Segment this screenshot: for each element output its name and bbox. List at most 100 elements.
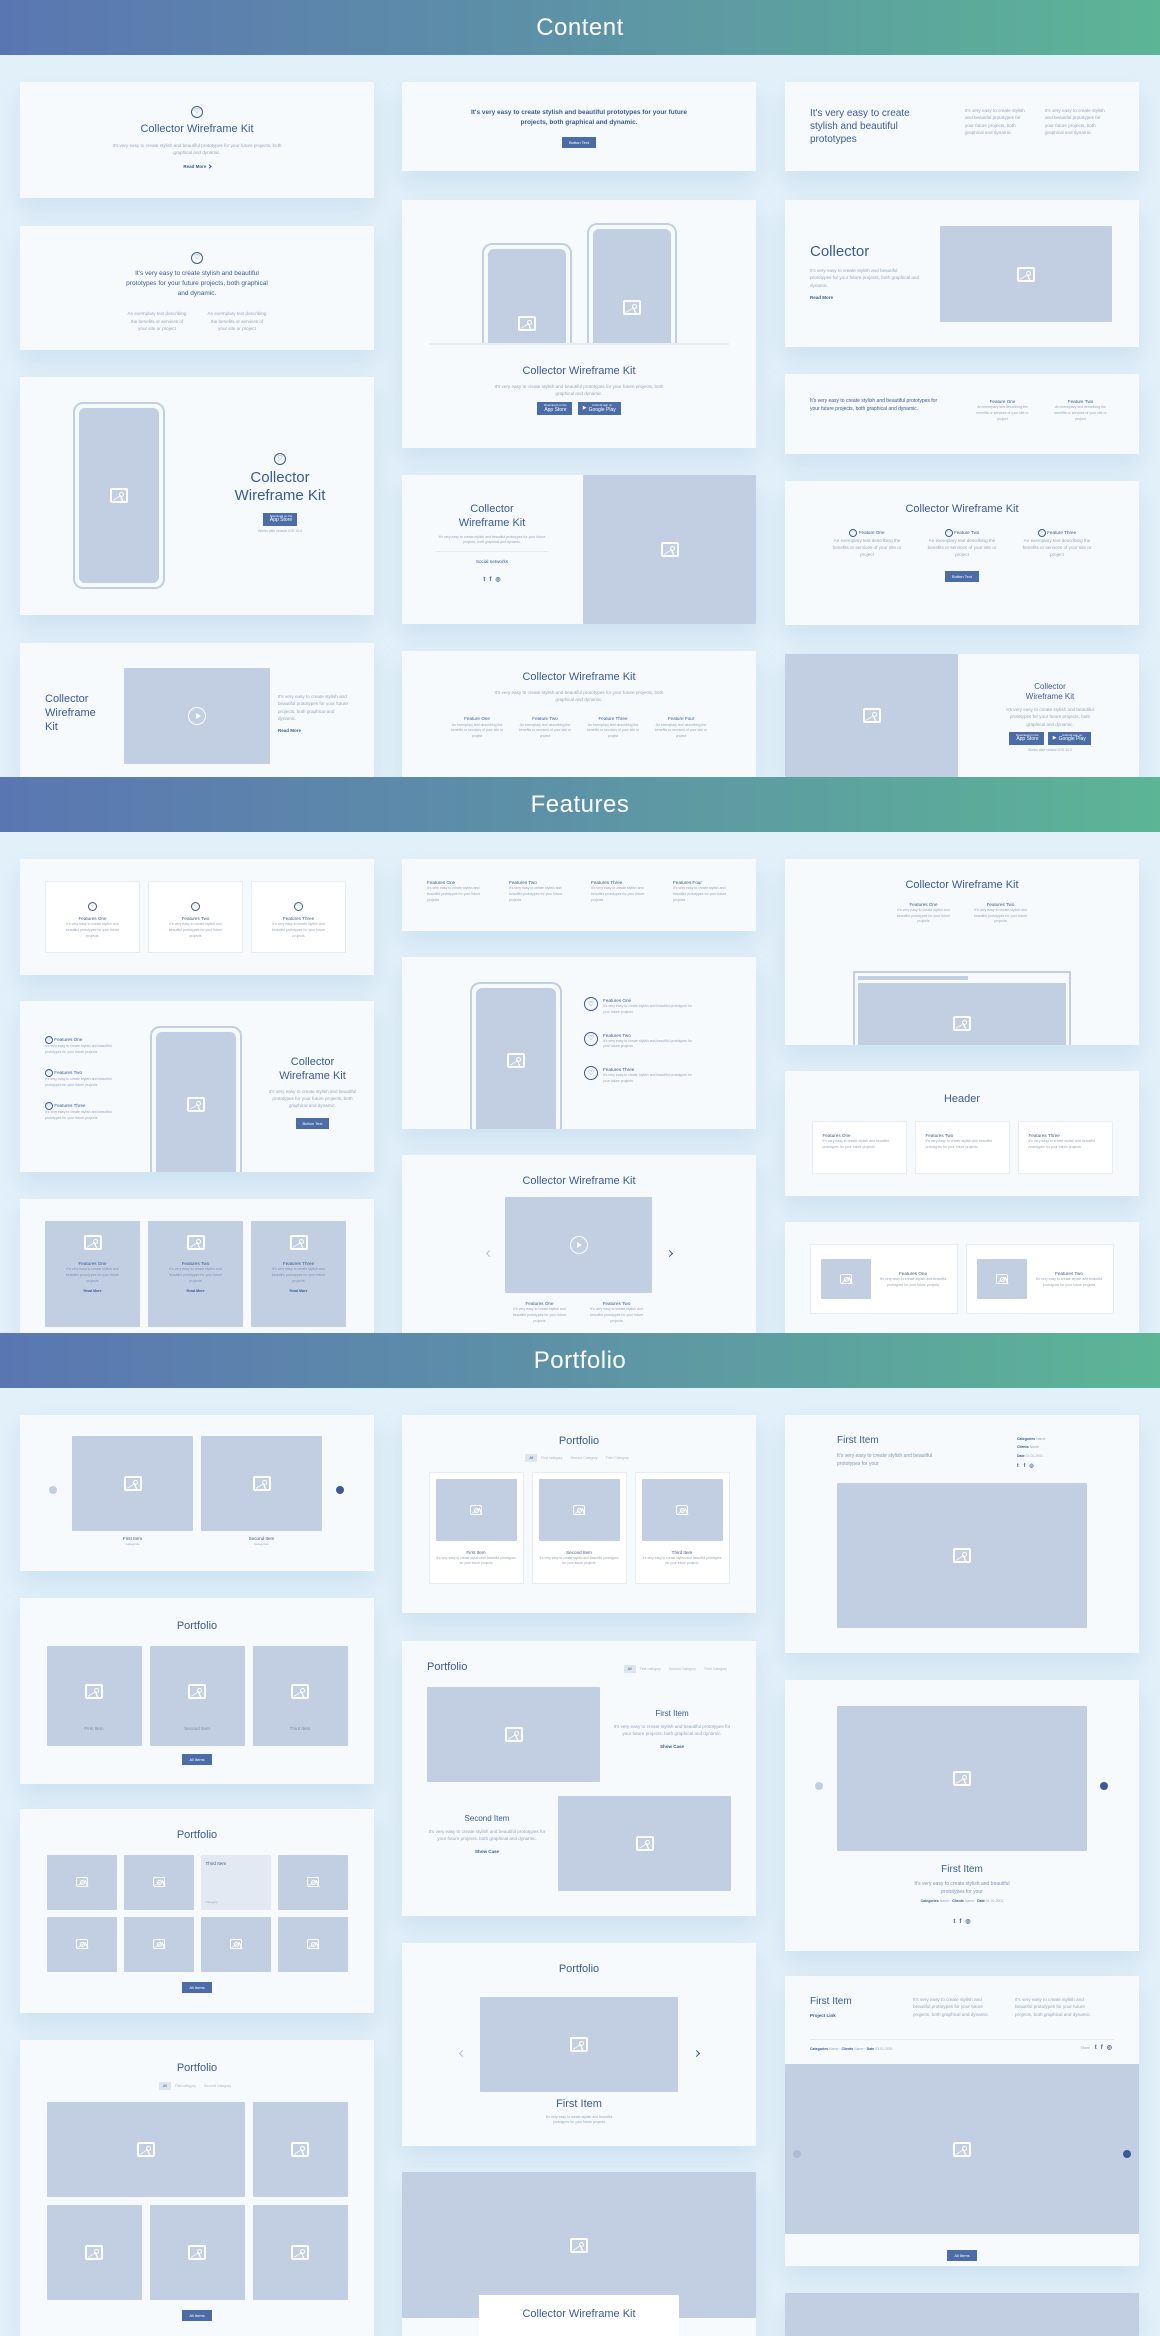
slider-next-button[interactable] xyxy=(1123,2145,1131,2163)
store-label: App Store xyxy=(269,517,293,524)
portfolio-item[interactable]: Second Item xyxy=(149,1645,245,1746)
all-items-button[interactable]: All Items xyxy=(182,1981,212,1993)
chevron-right-icon[interactable] xyxy=(692,2043,701,2061)
image-icon xyxy=(570,2037,588,2052)
filter-tab-first[interactable]: First category xyxy=(636,1665,665,1673)
portfolio-item[interactable] xyxy=(277,1854,348,1910)
portfolio-item-image[interactable] xyxy=(427,1687,600,1782)
filter-tab-first[interactable]: First category xyxy=(537,1454,566,1462)
portfolio-item[interactable]: Second Item It's very easy to create styl… xyxy=(531,1471,627,1584)
app-store-button[interactable]: Download on the App Store xyxy=(537,402,572,416)
twitter-icon[interactable]: t xyxy=(1017,1463,1019,1469)
layout-block: Features One It's very easy to create sty… xyxy=(810,1244,1114,1314)
button[interactable]: Button Text xyxy=(945,570,979,582)
video-placeholder[interactable] xyxy=(505,1197,652,1293)
chevron-right-icon[interactable] xyxy=(1123,2150,1131,2158)
chevron-left-icon[interactable] xyxy=(793,2150,801,2158)
slider-next-button[interactable] xyxy=(336,1481,344,1499)
all-items-button[interactable]: All Items xyxy=(947,2250,977,2261)
portfolio-item-hover[interactable]: Third Item Category xyxy=(200,1854,271,1910)
slider-next-button[interactable] xyxy=(1100,1777,1108,1795)
facebook-icon[interactable]: f xyxy=(1101,2045,1103,2051)
image-placeholder[interactable] xyxy=(201,1436,322,1531)
portfolio-item[interactable] xyxy=(252,2204,348,2300)
layout-block: ♡ Features One It's very easy to create st… xyxy=(584,997,694,1085)
read-more-link[interactable]: Read More xyxy=(20,164,374,169)
filter-tab-all[interactable]: All xyxy=(525,1453,538,1462)
facebook-icon[interactable]: f xyxy=(959,1919,961,1925)
portfolio-item[interactable] xyxy=(46,2101,245,2197)
chevron-right-icon[interactable] xyxy=(336,1486,344,1494)
button[interactable]: Button Text xyxy=(295,1117,330,1129)
portfolio-item[interactable] xyxy=(46,1916,117,1972)
twitter-icon[interactable]: t xyxy=(1095,2045,1097,2051)
chevron-right-icon[interactable] xyxy=(665,1243,674,1261)
portfolio-item[interactable] xyxy=(252,2101,348,2197)
button[interactable]: Button Text xyxy=(562,136,596,148)
filter-tab-second[interactable]: Second Category xyxy=(566,1454,601,1462)
portfolio-item[interactable] xyxy=(46,1854,117,1910)
google-play-button[interactable]: ▶ Android app on Google Play xyxy=(577,402,621,416)
video-placeholder[interactable] xyxy=(124,668,270,764)
instagram-icon[interactable]: ◎ xyxy=(495,577,500,583)
filter-tab-third[interactable]: Third Category xyxy=(700,1665,731,1673)
filter-tab-first[interactable]: First category xyxy=(171,2082,200,2090)
layout-block: Third Item Category xyxy=(20,1854,374,1972)
portfolio-item[interactable]: Third Item xyxy=(252,1645,348,1746)
meta-label: Clients xyxy=(1017,1445,1029,1450)
instagram-icon[interactable]: ◎ xyxy=(1029,1463,1033,1469)
portfolio-item[interactable] xyxy=(277,1916,348,1972)
slider-prev-button[interactable] xyxy=(793,2145,801,2163)
portfolio-item[interactable] xyxy=(123,1854,194,1910)
google-play-button[interactable]: ▶ Android app on Google Play xyxy=(1047,732,1091,745)
chevron-right-icon[interactable] xyxy=(1100,1782,1108,1790)
portfolio-item[interactable]: Third Item It's very easy to create styli… xyxy=(634,1471,730,1584)
slider-prev-button[interactable] xyxy=(49,1481,57,1499)
filter-tab-second[interactable]: Second Category xyxy=(200,2082,235,2090)
image-icon xyxy=(996,1274,1008,1284)
play-icon[interactable] xyxy=(188,707,206,725)
read-more-link[interactable]: Read More xyxy=(84,1289,102,1293)
slider-prev-button[interactable] xyxy=(815,1777,823,1795)
play-icon[interactable] xyxy=(569,1236,588,1254)
read-more-link[interactable]: Read More xyxy=(810,295,920,300)
read-more-link[interactable]: Read More xyxy=(187,1289,205,1293)
instagram-icon[interactable]: ◎ xyxy=(1107,2045,1112,2051)
portfolio-item[interactable] xyxy=(200,1916,271,1972)
project-link[interactable]: Project Link xyxy=(810,2013,852,2018)
filter-tab-third[interactable]: Third Category xyxy=(601,1454,632,1462)
show-case-link[interactable]: Show Case xyxy=(427,1849,547,1854)
twitter-icon[interactable]: t xyxy=(953,1919,955,1925)
twitter-icon[interactable]: t xyxy=(483,577,485,583)
portfolio-card-7: Portfolio First Item It's very easy to cr… xyxy=(402,1943,756,2146)
show-case-link[interactable]: Show Case xyxy=(612,1744,732,1749)
filter-tab-all[interactable]: All xyxy=(623,1665,636,1673)
chevron-left-icon[interactable] xyxy=(485,1243,494,1261)
chevron-left-icon[interactable] xyxy=(458,2043,467,2061)
portfolio-item-image[interactable] xyxy=(558,1796,731,1891)
portfolio-item[interactable] xyxy=(46,2204,142,2300)
image-icon xyxy=(862,708,881,723)
all-items-button[interactable]: All Items xyxy=(182,1753,212,1765)
meta-value: Name xyxy=(854,2047,864,2051)
facebook-icon[interactable]: f xyxy=(1024,1463,1026,1469)
read-more-link[interactable]: Read More xyxy=(278,728,348,733)
filter-tab-all[interactable]: All xyxy=(158,2081,171,2090)
instagram-icon[interactable]: ◎ xyxy=(965,1919,970,1925)
portfolio-item[interactable] xyxy=(149,2204,245,2300)
image-placeholder[interactable] xyxy=(72,1436,193,1531)
feature-text: An exemplary text describing the benefit… xyxy=(1022,537,1092,558)
all-items-button[interactable]: All Items xyxy=(182,2309,212,2321)
item-text: It's very easy to create stylish and bea… xyxy=(913,1997,990,2017)
filter-tab-second[interactable]: Second Category xyxy=(665,1665,700,1673)
portfolio-item[interactable]: First Item It's very easy to create styli… xyxy=(428,1471,524,1584)
image-placeholder[interactable] xyxy=(480,1997,678,2092)
facebook-icon[interactable]: f xyxy=(489,577,491,583)
app-store-button[interactable]: Download on the App Store xyxy=(262,513,298,526)
chevron-left-icon[interactable] xyxy=(815,1782,823,1790)
app-store-button[interactable]: Download on the App Store xyxy=(1009,732,1044,745)
read-more-link[interactable]: Read More xyxy=(290,1289,308,1293)
chevron-left-icon[interactable] xyxy=(49,1486,57,1494)
portfolio-item[interactable]: First Item xyxy=(46,1645,142,1746)
portfolio-item[interactable] xyxy=(123,1916,194,1972)
